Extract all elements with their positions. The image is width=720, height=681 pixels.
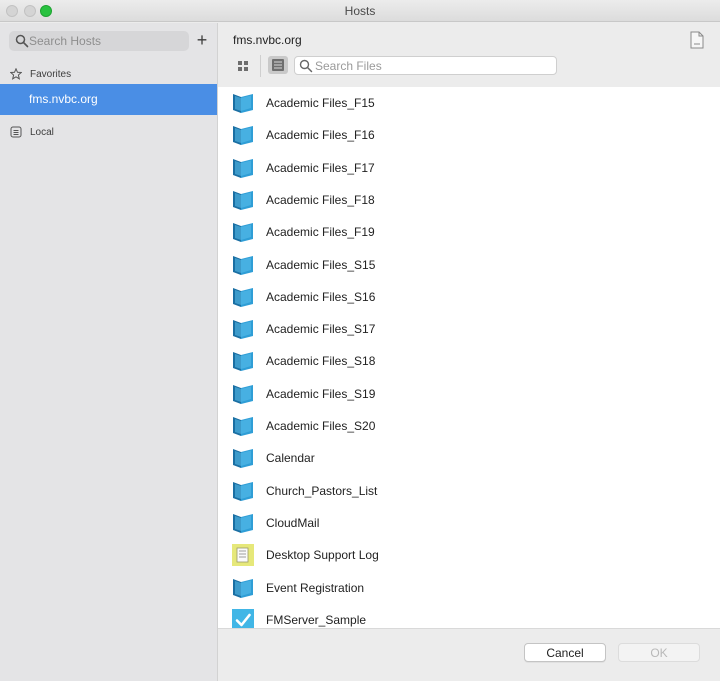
file-row[interactable]: Academic Files_S18 [218,345,720,377]
filemaker-folder-icon [231,511,255,535]
file-row[interactable]: Desktop Support Log [218,539,720,571]
log-document-icon [231,543,255,567]
favorites-section: Favorites [10,67,71,81]
file-name: Academic Files_S18 [266,354,376,369]
host-title: fms.nvbc.org [233,33,302,47]
file-name: Event Registration [266,580,365,595]
file-search-input[interactable] [315,58,550,73]
file-name: Academic Files_F17 [266,160,375,175]
file-row[interactable]: Academic Files_S20 [218,410,720,442]
filemaker-folder-icon [231,91,255,115]
file-row[interactable]: Academic Files_S19 [218,378,720,410]
sidebar-host-label: fms.nvbc.org [29,92,98,106]
file-name: FMServer_Sample [266,612,367,627]
local-section[interactable]: Local [10,125,54,139]
file-name: Calendar [266,451,315,466]
local-disk-icon [10,126,24,138]
filemaker-folder-icon [231,576,255,600]
file-name: Academic Files_F19 [266,225,375,240]
filemaker-folder-icon [231,253,255,277]
file-name: Academic Files_F15 [266,96,375,110]
file-name: Academic Files_S15 [266,257,376,272]
file-list: Academic Files_F15 Academic Files_F16 Acad… [218,87,720,628]
file-row[interactable]: Church_Pastors_List [218,475,720,507]
view-separator [260,55,261,77]
file-row[interactable]: Academic Files_F19 [218,216,720,248]
search-icon [299,59,313,73]
file-search-box[interactable] [294,56,557,75]
ok-button[interactable]: OK [618,643,700,662]
sidebar-host-fms-nvbc[interactable]: fms.nvbc.org [0,84,217,115]
filemaker-folder-icon [231,285,255,309]
file-name: CloudMail [266,515,320,530]
star-icon [10,68,24,80]
filemaker-folder-icon [231,349,255,373]
file-row[interactable]: Academic Files_F18 [218,184,720,216]
file-row[interactable]: Academic Files_S16 [218,281,720,313]
file-row[interactable]: Academic Files_F17 [218,152,720,184]
file-row[interactable]: CloudMail [218,507,720,539]
file-row[interactable]: Academic Files_F15 [218,87,720,119]
filemaker-folder-icon [231,220,255,244]
file-name: Academic Files_F18 [266,192,375,207]
hosts-window: Hosts + Favorites fms.nvbc.org [0,0,720,681]
file-name: Desktop Support Log [266,548,379,563]
file-row[interactable]: Academic Files_F16 [218,119,720,151]
file-row[interactable]: Calendar [218,442,720,474]
search-icon [15,34,29,48]
cancel-button[interactable]: Cancel [524,643,606,662]
host-search-box[interactable] [9,31,189,51]
file-browser: fms.nvbc.org Search Files Academic Files… [218,23,720,681]
window-title: Hosts [344,4,376,18]
filemaker-folder-icon [231,188,255,212]
file-name: Academic Files_S17 [266,322,376,337]
dialog-footer: Cancel OK [218,628,720,681]
checkmark-file-icon [231,608,255,628]
title-bar: Hosts [0,0,720,22]
file-row[interactable]: Event Registration [218,572,720,604]
file-name: Academic Files_S20 [266,419,376,433]
list-view-button[interactable] [268,56,288,74]
file-row[interactable]: Academic Files_S15 [218,249,720,281]
filemaker-folder-icon [231,123,255,147]
file-name: Academic Files_F16 [266,128,375,143]
file-name: Church_Pastors_List [266,483,378,498]
file-name: Academic Files_S19 [266,386,376,401]
host-search-input[interactable] [29,33,184,49]
file-row[interactable]: FMServer_Sample [218,604,720,628]
filemaker-folder-icon [231,479,255,503]
grid-view-icon[interactable] [236,59,250,73]
favorites-label: Favorites [30,68,72,80]
file-row[interactable]: Academic Files_S17 [218,313,720,345]
local-label: Local [30,126,54,138]
filemaker-folder-icon [231,414,255,438]
file-name: Academic Files_S16 [266,289,376,304]
sidebar: + Favorites fms.nvbc.org Local [0,23,218,681]
document-icon[interactable] [690,31,704,49]
filemaker-folder-icon [231,382,255,406]
filemaker-folder-icon [231,317,255,341]
filemaker-folder-icon [231,156,255,180]
filemaker-folder-icon [231,446,255,470]
list-view-icon [272,59,284,71]
add-host-button[interactable]: + [193,30,211,50]
